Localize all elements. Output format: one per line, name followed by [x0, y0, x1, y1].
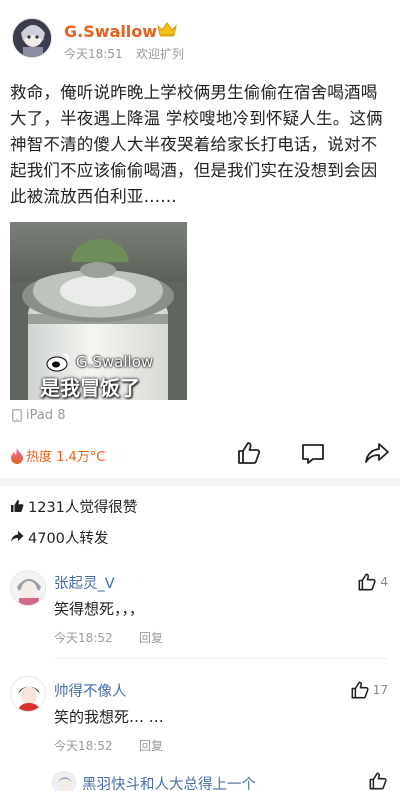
comment-time: 今天18:52	[54, 631, 113, 645]
comment-divider	[54, 658, 388, 659]
post-body-text: 救命，俺听说昨晚上学校俩男生偷偷在宿舍喝酒喝大了，半夜遇上降温 学校嗖地冷到怀疑…	[10, 83, 383, 206]
commenter-avatar[interactable]	[10, 570, 46, 606]
image-caption: 是我冒饭了	[40, 376, 140, 400]
image-plant	[50, 222, 150, 262]
weibo-watermark-icon	[46, 352, 70, 372]
commenter-name[interactable]: 黑羽快斗和人大总得上一个	[82, 773, 256, 791]
tablet-icon	[12, 408, 22, 422]
comment-like-button[interactable]: 4	[357, 572, 388, 592]
author-avatar[interactable]	[12, 18, 52, 58]
comment-like-count: 17	[372, 683, 388, 697]
comment-text: 笑得想死，，，	[54, 600, 145, 618]
share-icon[interactable]	[364, 440, 392, 468]
likes-text: 1231人觉得很赞	[28, 499, 138, 516]
post-action-bar: 热度 1.4万°C	[0, 436, 400, 470]
comment-time: 今天18:52	[54, 739, 113, 753]
heat-label: 热度 1.4万°C	[26, 450, 106, 465]
comment-icon[interactable]	[300, 440, 328, 468]
repost-arrow-icon	[11, 531, 24, 542]
reposts-stat[interactable]: 4700人转发	[10, 527, 108, 547]
like-icon	[351, 681, 369, 699]
image-watermark-text: G.Swallow	[76, 353, 154, 371]
flame-icon	[11, 447, 23, 464]
section-divider	[0, 478, 400, 486]
comment-like-button[interactable]: 17	[350, 680, 388, 700]
comment-like-button[interactable]	[368, 771, 388, 791]
post-source: 欢迎扩列	[136, 47, 185, 61]
commenter-avatar[interactable]	[52, 771, 76, 791]
heat-indicator[interactable]: 热度 1.4万°C	[10, 446, 105, 465]
post-time: 今天18:51	[64, 47, 123, 61]
post-header: G.Swallow 今天18:51 欢迎扩列	[0, 0, 400, 72]
thumb-up-filled-icon	[11, 500, 24, 512]
like-icon	[369, 772, 387, 790]
commenter-name[interactable]: 帅得不像人	[54, 680, 127, 701]
commenter-name[interactable]: 张起灵_V	[54, 572, 115, 593]
vip-crown-icon	[156, 20, 178, 38]
like-icon	[358, 573, 376, 591]
commenter-avatar[interactable]	[10, 676, 46, 712]
reply-button[interactable]: 回复	[139, 629, 163, 646]
reposts-text: 4700人转发	[28, 530, 109, 547]
author-name[interactable]: G.Swallow	[64, 22, 157, 41]
reply-button[interactable]: 回复	[139, 737, 163, 754]
comment-text: 笑的我想死… …	[54, 708, 164, 726]
like-icon[interactable]	[236, 440, 264, 468]
post-image[interactable]: G.Swallow 是我冒饭了	[10, 222, 187, 400]
rice-cooker-knob	[80, 262, 116, 278]
likes-stat[interactable]: 1231人觉得很赞	[10, 496, 137, 516]
device-info: iPad 8	[12, 406, 66, 424]
comment-like-count: 4	[380, 575, 388, 589]
device-label: iPad 8	[26, 407, 66, 423]
